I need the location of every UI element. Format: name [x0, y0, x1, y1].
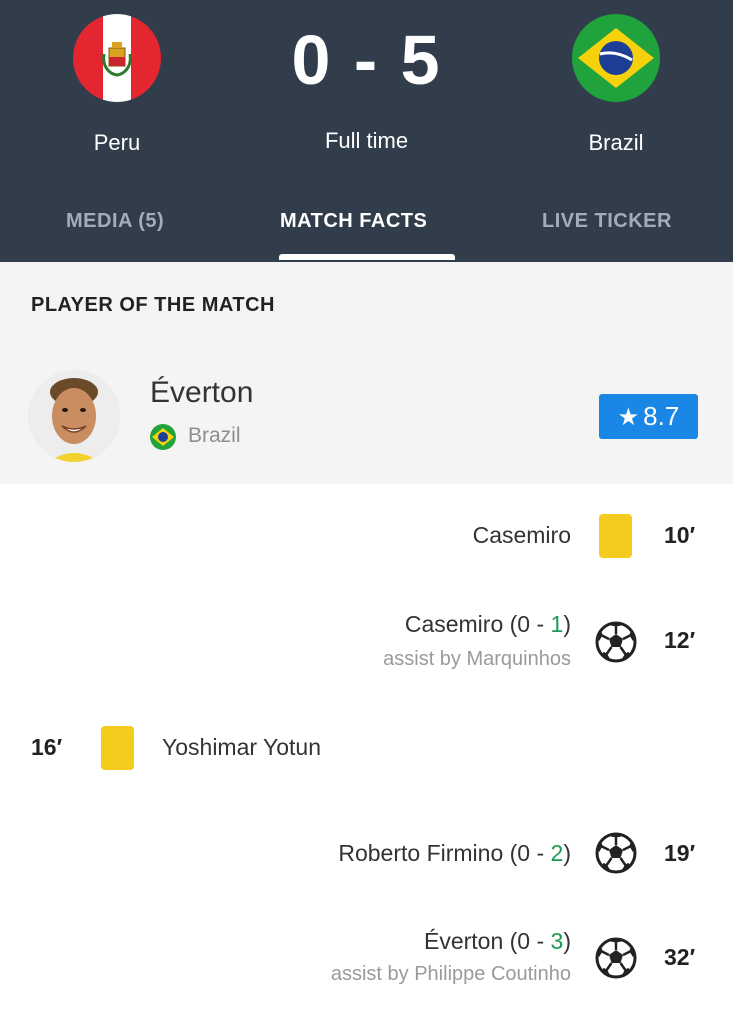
event-row[interactable]: 16′ Yoshimar Yotun [0, 722, 733, 774]
brazil-flag-icon [150, 424, 176, 450]
tab-bar: MEDIA (5) MATCH FACTS LIVE TICKER [0, 198, 733, 262]
player-of-the-match-card[interactable]: PLAYER OF THE MATCH Éverton Brazil ★ 8.7 [0, 262, 733, 484]
event-row[interactable]: Casemiro (0 - 1) assist by Marquinhos 12… [0, 605, 733, 680]
event-score-prefix: (0 - [503, 928, 551, 954]
event-minute: 19′ [664, 840, 696, 866]
event-goal-text: Roberto Firmino (0 - 2) [338, 840, 571, 867]
yellow-card-icon [101, 726, 134, 770]
away-team-name: Brazil [588, 130, 644, 155]
tab-live-ticker[interactable]: LIVE TICKER [542, 210, 672, 233]
tab-media[interactable]: MEDIA (5) [66, 210, 164, 233]
event-goal-text: Casemiro (0 - 1) [405, 611, 571, 638]
potm-title: PLAYER OF THE MATCH [31, 294, 275, 316]
event-player: Casemiro [404, 611, 504, 637]
event-assist: assist by Marquinhos [383, 648, 571, 670]
brazil-flag-icon [572, 14, 660, 102]
event-score-new: 3 [550, 928, 564, 954]
event-score-suffix: ) [563, 611, 571, 637]
tab-match-facts[interactable]: MATCH FACTS [280, 210, 427, 233]
event-score-new: 2 [550, 840, 564, 866]
event-minute: 16′ [31, 734, 63, 760]
event-minute: 32′ [664, 944, 696, 970]
event-minute: 10′ [664, 522, 696, 548]
event-player: Éverton [423, 928, 504, 954]
event-assist: assist by Philippe Coutinho [330, 963, 571, 985]
match-header: Peru 0 - 5 Full time Brazil MEDIA (5) MA… [0, 0, 733, 262]
event-minute: 12′ [664, 627, 696, 653]
avatar [28, 370, 120, 462]
player-team-label: Brazil [188, 424, 241, 447]
event-player: Yoshimar Yotun [162, 734, 322, 760]
rating-value: 8.7 [643, 401, 680, 431]
active-tab-indicator [279, 254, 455, 260]
football-icon [594, 936, 638, 980]
event-player: Roberto Firmino [338, 840, 504, 866]
player-name: Éverton [150, 376, 254, 409]
event-score-new: 1 [550, 611, 564, 637]
event-row[interactable]: Casemiro 10′ [0, 510, 733, 562]
rating-badge: ★ 8.7 [599, 394, 698, 439]
event-score-suffix: ) [563, 840, 571, 866]
event-row[interactable]: Roberto Firmino (0 - 2) 19′ [0, 830, 733, 882]
away-team[interactable]: Brazil [556, 14, 676, 156]
event-goal-text: Éverton (0 - 3) [424, 928, 571, 955]
event-score-prefix: (0 - [503, 840, 551, 866]
event-row[interactable]: Éverton (0 - 3) assist by Philippe Couti… [0, 922, 733, 997]
football-icon [594, 831, 638, 875]
event-player: Casemiro [472, 522, 571, 548]
star-icon: ★ [617, 404, 640, 431]
event-score-prefix: (0 - [503, 611, 551, 637]
event-score-suffix: ) [563, 928, 571, 954]
yellow-card-icon [599, 514, 632, 558]
football-icon [594, 620, 638, 664]
